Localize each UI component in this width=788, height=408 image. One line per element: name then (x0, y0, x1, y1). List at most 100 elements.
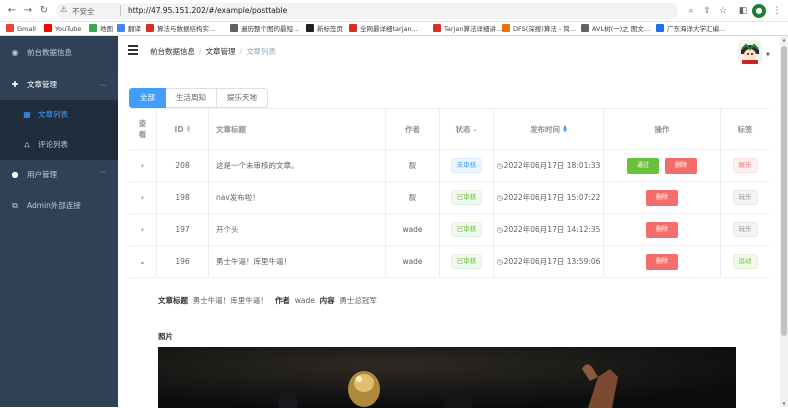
reload-icon[interactable]: ↻ (38, 5, 50, 17)
bookmark-item[interactable]: 算法与数据结构实... (146, 23, 215, 35)
zoom-icon[interactable]: ⌕ (684, 4, 698, 18)
delete-button[interactable]: 删除 (646, 221, 678, 238)
expanded-row-detail: 文章标题 勇士牛逼！库里牛逼！ 作者 wade 内容 勇士总冠军 照片 (129, 287, 769, 408)
table-row: ⌄ 196 勇士牛逼！库里牛逼！ wade 已审核 ◷ 2022年06月17日 13:59:… (129, 246, 769, 278)
col-view: 查看 (129, 109, 157, 149)
url-separator (120, 5, 121, 16)
table-row: › 197 开个头 wade 已审核 ◷ 2022年06月17日 14:12:35 删除 玩乐 (129, 214, 769, 246)
cell-id: 198 (157, 182, 209, 213)
insecure-label: 不安全 (72, 7, 95, 16)
status-badge: 已审核 (450, 254, 483, 269)
bookmark-item[interactable]: Gmail (6, 23, 36, 35)
cell-tag: 玩乐 (721, 214, 769, 245)
cell-title: nav发布啦！ (209, 182, 386, 213)
sidebar-item-article-management[interactable]: ✚ 文章管理 ︿ (0, 70, 118, 100)
cell-title: 这是一个未审核的文章。 (209, 150, 386, 181)
sidebar-item-dashboard[interactable]: ◉ 前台数据信息 (0, 38, 118, 68)
time-text: 2022年06月17日 13:59:06 (503, 257, 601, 266)
breadcrumb: 前台数据信息 / 文章管理 / 文章列表 (150, 47, 277, 56)
breadcrumb-item[interactable]: 文章管理 (206, 47, 236, 56)
delete-button[interactable]: 删除 (646, 189, 678, 206)
sidebar-item-article-list[interactable]: ▦ 文章列表 (0, 100, 118, 130)
status-badge: 已审核 (450, 190, 483, 205)
expand-cell: › (129, 182, 157, 213)
bookmark-item[interactable]: DFS(深搜)算法 - 简... (502, 23, 576, 35)
chevron-right-icon[interactable]: › (141, 193, 144, 202)
tag-badge: 玩乐 (732, 222, 758, 237)
tab-all[interactable]: 全部 (129, 88, 166, 108)
bookmark-favicon-icon (44, 24, 52, 32)
chevron-right-icon[interactable]: › (141, 161, 144, 170)
dashboard-icon: ◉ (11, 48, 19, 57)
bookmark-favicon-icon (117, 24, 125, 32)
bookmark-label: 算法与数据结构实... (157, 25, 216, 33)
bookmark-label: 全网最详细tarjan... (360, 25, 418, 33)
col-time[interactable]: 发布时间 ▲ ▼ (494, 109, 604, 149)
bookmark-item[interactable]: 广东海洋大学汇编... (656, 23, 725, 35)
bookmark-item[interactable]: YouTube (44, 23, 81, 35)
bookmark-item[interactable]: 遍历整个图的最短... (230, 23, 299, 35)
bookmark-item[interactable]: 新标签页 (306, 23, 343, 35)
bookmark-label: 翻译 (128, 25, 141, 33)
url-text: http://47.95.151.202/#/example/posttable (128, 6, 288, 15)
delete-button[interactable]: 删除 (665, 157, 697, 174)
hamburger-icon[interactable] (128, 45, 138, 55)
cell-author: 叙 (386, 182, 440, 213)
share-icon[interactable]: ⇪ (700, 4, 714, 18)
caret-down-icon[interactable]: ▼ (766, 52, 770, 58)
bookmark-item[interactable]: 全网最详细tarjan... (349, 23, 418, 35)
col-id[interactable]: ID ▲ ▼ (157, 109, 209, 149)
bookmark-item[interactable]: Tarjan算法详细讲... (433, 23, 502, 35)
expanded-summary: 文章标题 勇士牛逼！库里牛逼！ 作者 wade 内容 勇士总冠军 (158, 295, 377, 306)
scroll-down-icon[interactable]: ▼ (781, 401, 787, 406)
profile-icon[interactable]: ● (752, 4, 766, 18)
bookmark-label: YouTube (55, 25, 82, 33)
back-icon[interactable]: ← (6, 5, 18, 17)
expand-cell: ⌄ (129, 246, 157, 277)
bookmark-favicon-icon (146, 24, 154, 32)
cell-title: 开个头 (209, 214, 386, 245)
cell-status: 已审核 (440, 214, 494, 245)
plus-circle-icon: ✚ (11, 80, 19, 89)
cell-id: 196 (157, 246, 209, 277)
cell-actions: 删除 (604, 182, 721, 213)
bookmark-item[interactable]: AVL树(一)之 图文... (581, 23, 650, 35)
col-status[interactable]: 状态 ⌄ (440, 109, 494, 149)
sidepanel-icon[interactable]: ◧ (736, 4, 750, 18)
address-bar[interactable]: ⚠ 不安全 http://47.95.151.202/#/example/pos… (56, 3, 678, 19)
bookmark-item[interactable]: 地图 (89, 23, 113, 35)
chevron-down-icon[interactable]: ⌄ (139, 257, 146, 266)
scrollbar-thumb[interactable] (781, 46, 787, 336)
tab-life[interactable]: 生活周知 (166, 88, 217, 108)
time-text: 2022年06月17日 18:01:33 (503, 161, 601, 170)
cell-status: 已审核 (440, 182, 494, 213)
bookmark-item[interactable]: 翻译 (117, 23, 141, 35)
filter-arrow-icon[interactable]: ⌄ (472, 126, 477, 133)
sort-icon[interactable]: ▲ ▼ (187, 125, 191, 134)
tab-entertainment[interactable]: 娱乐天地 (217, 88, 268, 108)
sidebar-item-comment-list[interactable]: ⛼ 评论列表 (0, 130, 118, 160)
time-text: 2022年06月17日 14:12:35 (503, 225, 601, 234)
main-content: 全部 生活周知 娱乐天地 查看 ID ▲ ▼ 文章标题 作者 状态 ⌄ 发布时间 ▲ ▼ … (118, 68, 780, 408)
tag-badge: 运动 (732, 254, 758, 269)
tag-badge: 娱乐 (732, 158, 758, 173)
sort-icon[interactable]: ▲ ▼ (563, 125, 567, 134)
approve-button[interactable]: 通过 (627, 157, 659, 174)
forward-icon[interactable]: → (22, 5, 34, 17)
sidebar-item-user-management[interactable]: ● 用户管理 ﹀ (0, 160, 118, 190)
vertical-scrollbar[interactable]: ▲ ▼ (780, 36, 788, 407)
bookmark-label: Tarjan算法详细讲... (444, 25, 503, 33)
chevron-right-icon[interactable]: › (141, 225, 144, 234)
avatar[interactable] (738, 40, 762, 64)
table-row: › 208 这是一个未审核的文章。叙未审核 ◷ 2022年06月17日 18:01:33… (129, 150, 769, 182)
bookmark-favicon-icon (306, 24, 314, 32)
cell-actions: 通过 删除 (604, 150, 721, 181)
sidebar-item-admin-link[interactable]: ⧉ Admin外部连接 (0, 191, 118, 221)
star-icon[interactable]: ☆ (716, 4, 730, 18)
status-badge: 已审核 (450, 222, 483, 237)
breadcrumb-current: 文章列表 (246, 47, 277, 56)
menu-icon[interactable]: ⋮ (770, 4, 784, 18)
breadcrumb-item[interactable]: 前台数据信息 (150, 47, 195, 56)
delete-button[interactable]: 删除 (646, 253, 678, 270)
scroll-up-icon[interactable]: ▲ (781, 37, 787, 42)
